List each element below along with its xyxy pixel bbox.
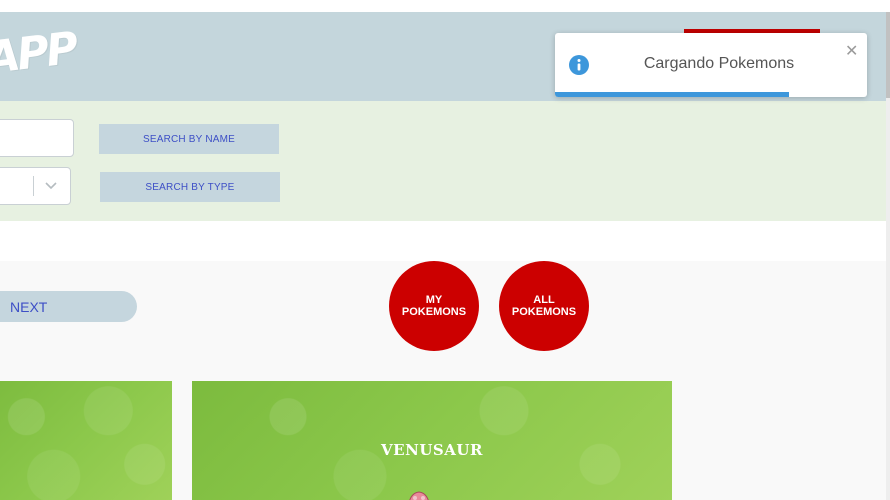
scrollbar-thumb[interactable] <box>886 12 890 98</box>
spacer-band <box>0 221 886 261</box>
pokemon-card-venusaur[interactable]: VENUSAUR <box>192 381 672 500</box>
toast-message: Cargando Pokemons <box>643 55 795 72</box>
loading-toast: Cargando Pokemons ✕ <box>555 33 867 97</box>
my-pokemons-button[interactable]: MY POKEMONS <box>389 261 479 351</box>
app-logo: APP <box>0 22 79 85</box>
all-pokemons-button[interactable]: ALL POKEMONS <box>499 261 589 351</box>
close-icon[interactable]: ✕ <box>845 41 858 61</box>
search-by-name-button[interactable]: SEARCH BY NAME <box>99 124 279 154</box>
search-by-type-button[interactable]: SEARCH BY TYPE <box>100 172 280 202</box>
main-content: NEXT MY POKEMONS ALL POKEMONS VENUSAUR <box>0 261 886 500</box>
chevron-down-icon[interactable] <box>40 176 62 196</box>
pokemon-card-name: VENUSAUR <box>381 441 483 459</box>
select-separator <box>33 176 34 196</box>
search-panel: SEARCH BY NAME SEARCH BY TYPE <box>0 101 886 221</box>
info-icon <box>569 55 589 75</box>
pokemon-name-input[interactable] <box>0 119 74 157</box>
pokemon-type-select[interactable] <box>0 167 71 205</box>
pokemon-sprite-icon <box>409 491 429 500</box>
next-page-button[interactable]: NEXT <box>0 291 137 322</box>
pokemon-card[interactable] <box>0 381 172 500</box>
vertical-scrollbar[interactable] <box>886 12 890 500</box>
toast-progress-bar <box>555 92 789 97</box>
